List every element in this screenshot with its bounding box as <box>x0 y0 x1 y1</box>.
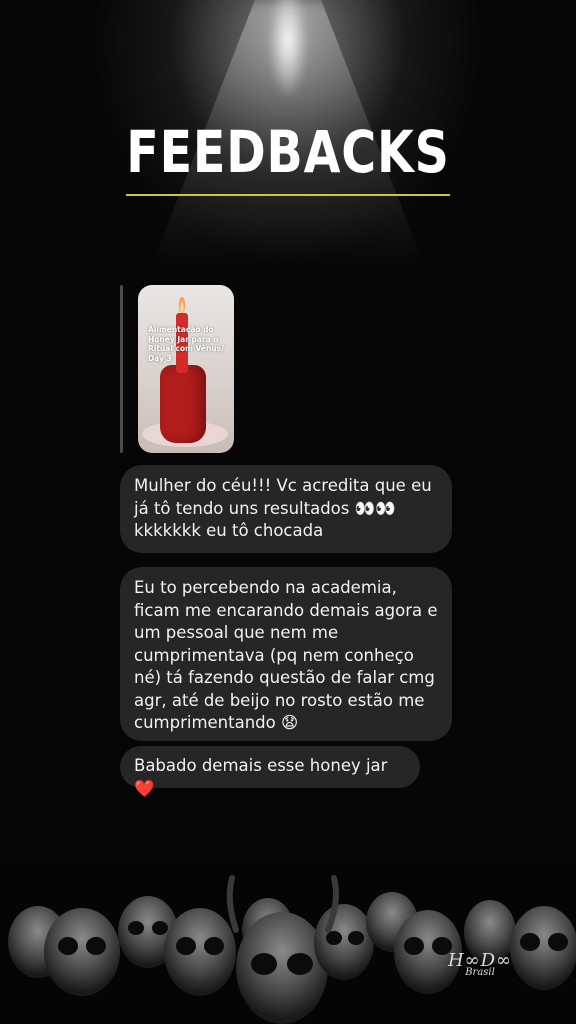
brand-logo: H∞D∞ Brasil <box>447 950 513 978</box>
flame-icon <box>179 297 185 313</box>
background: FEEDBACKS Alimentação do Honey Jar para … <box>0 0 576 1024</box>
story-caption: Alimentação do Honey Jar para o Ritual c… <box>148 325 224 363</box>
reply-indicator-bar <box>120 285 123 453</box>
page-title: FEEDBACKS <box>126 118 450 186</box>
title-underline <box>126 194 450 196</box>
message-bubble[interactable]: Eu to percebendo na academia, ficam me e… <box>120 567 452 741</box>
jar-shape <box>160 365 206 443</box>
story-thumbnail[interactable]: Alimentação do Honey Jar para o Ritual c… <box>138 285 234 453</box>
skulls-decoration <box>0 860 576 1024</box>
message-bubble[interactable]: Mulher do céu!!! Vc acredita que eu já t… <box>120 465 452 553</box>
message-bubble[interactable]: Babado demais esse honey jar ❤️ <box>120 746 420 798</box>
